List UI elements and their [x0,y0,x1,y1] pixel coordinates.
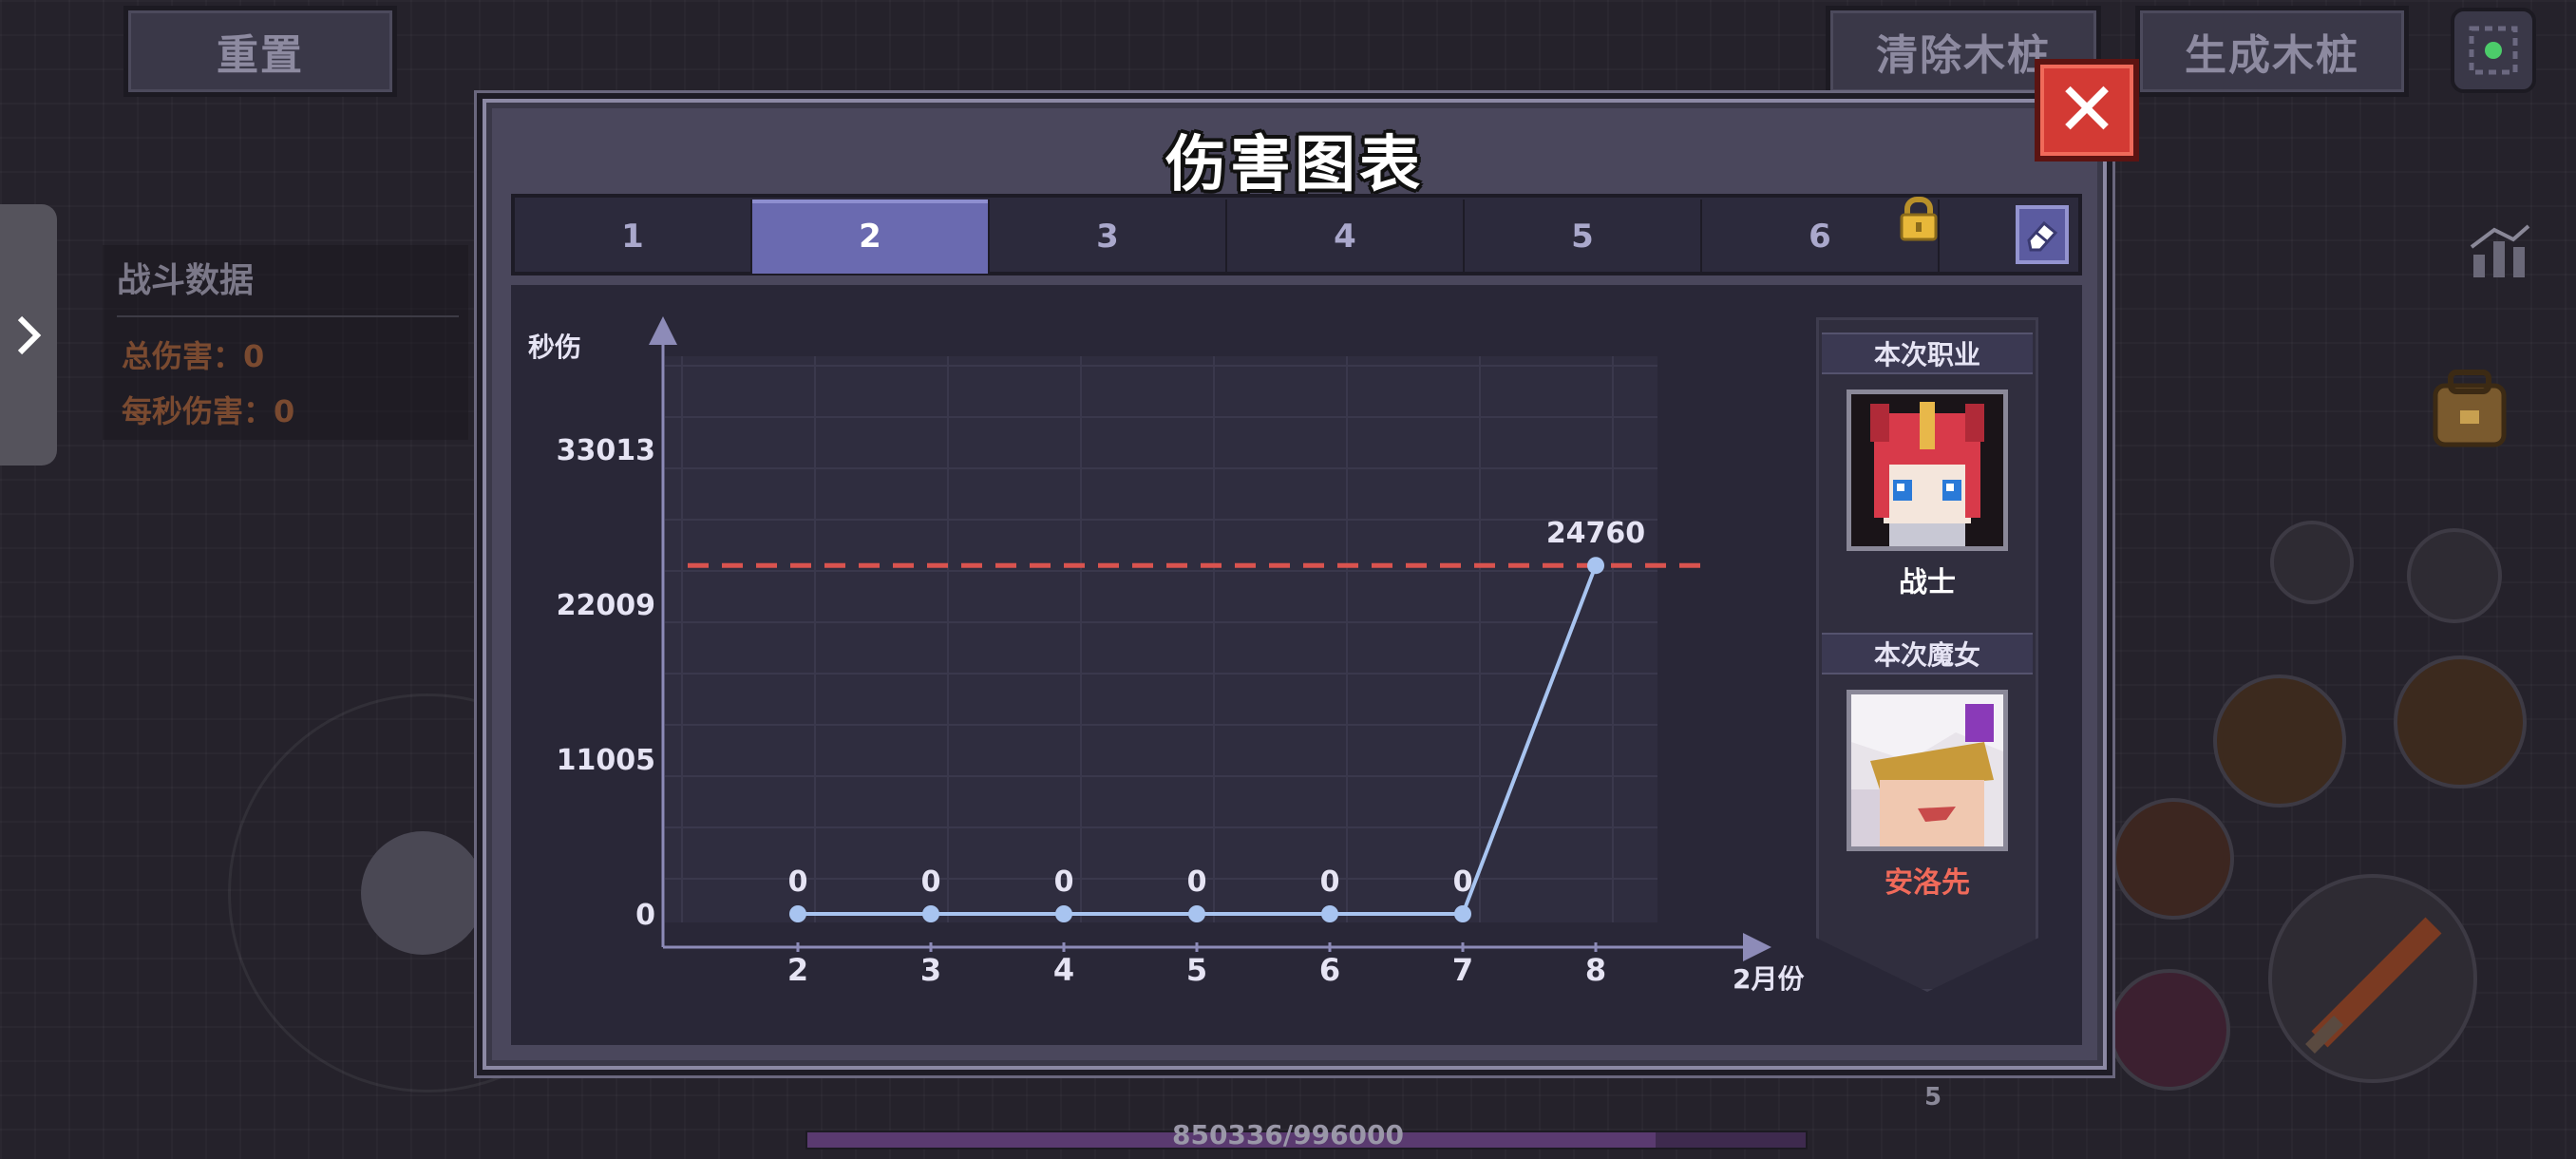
attack-button[interactable] [2268,874,2477,1083]
x-tick-label: 8 [1585,952,1606,988]
stats-chart-icon[interactable] [2466,218,2532,285]
y-tick-label: 22009 [557,589,655,622]
modal-title: 伤害图表 [1165,130,1424,200]
skill-slot[interactable] [2109,969,2230,1091]
reset-button[interactable]: 重置 [123,6,397,97]
skill-slot[interactable] [2394,656,2527,788]
settings-button[interactable] [2451,8,2536,93]
data-label: 0 [1054,865,1074,899]
data-point [1587,557,1604,575]
x-tick-label: 5 [1186,952,1207,988]
divider [117,315,459,317]
witch-name: 安洛先 [1885,866,1970,900]
x-tick-label: 2 [787,952,808,988]
x-tick-label: 7 [1452,952,1473,988]
skill-count: 5 [1923,1083,1942,1112]
skill-slot[interactable] [2112,798,2234,920]
witch-portrait [1847,690,2008,851]
data-point [1454,905,1471,922]
close-icon: ✕ [2055,67,2118,153]
skill-slot[interactable] [2213,674,2346,808]
data-point [1055,905,1072,922]
tab-5[interactable]: 5 [1465,200,1702,274]
data-point [1321,905,1338,922]
y-axis-title: 秒伤 [528,332,581,363]
x-tick-label: 4 [1053,952,1074,988]
total-damage-text: 总伤害：0 [122,338,265,374]
data-label: 0 [1453,865,1473,899]
stats-title: 战斗数据 [117,261,255,300]
plot-background [665,356,1657,922]
tab-2[interactable]: 2 [752,200,990,274]
y-tick-label: 0 [635,899,655,932]
data-label: 0 [1320,865,1340,899]
spawn-dummy-button[interactable]: 生成木桩 [2135,6,2409,97]
warrior-portrait [1847,390,2008,551]
sword-icon [2305,917,2442,1054]
lock-icon [1896,196,1941,241]
tab-3[interactable]: 3 [990,200,1227,274]
tab-bar: 1 2 3 4 5 6 [511,194,2082,276]
battle-stats-panel: 战斗数据 总伤害：0 每秒伤害：0 [103,245,468,440]
data-point [922,905,939,922]
data-point [1188,905,1205,922]
skill-slot[interactable] [2270,521,2354,604]
data-label: 24760 [1546,517,1645,550]
data-label: 0 [921,865,941,899]
data-point [789,905,806,922]
edit-button[interactable] [2016,205,2069,264]
hp-text: 850336/996000 [1171,1119,1404,1150]
dps-line-chart: 0 11005 22009 33013 2 3 4 5 6 7 8 秒伤 2月份 0 0 0 0 0 0 24760 [528,316,1804,995]
tab-4[interactable]: 4 [1227,200,1465,274]
tab-1[interactable]: 1 [515,200,752,274]
witch-label: 本次魔女 [1822,633,2033,674]
eraser-icon [2027,220,2058,252]
chevron-right-icon [17,315,42,354]
joystick-knob[interactable] [361,831,484,955]
x-axis-title: 2月份 [1733,963,1804,995]
backpack-icon[interactable] [2422,361,2517,456]
data-label: 0 [788,865,808,899]
menu-dots-icon [2469,26,2518,75]
dps-text: 每秒伤害：0 [122,393,295,429]
skill-slot[interactable] [2407,528,2502,623]
x-tick-label: 3 [920,952,941,988]
class-name: 战士 [1899,566,1956,599]
y-tick-label: 11005 [557,744,655,777]
side-expand-tab[interactable] [0,204,57,466]
class-label: 本次职业 [1822,332,2033,374]
y-tick-label: 33013 [557,434,655,467]
close-button[interactable]: ✕ [2035,59,2139,162]
data-label: 0 [1187,865,1207,899]
x-tick-label: 6 [1319,952,1340,988]
